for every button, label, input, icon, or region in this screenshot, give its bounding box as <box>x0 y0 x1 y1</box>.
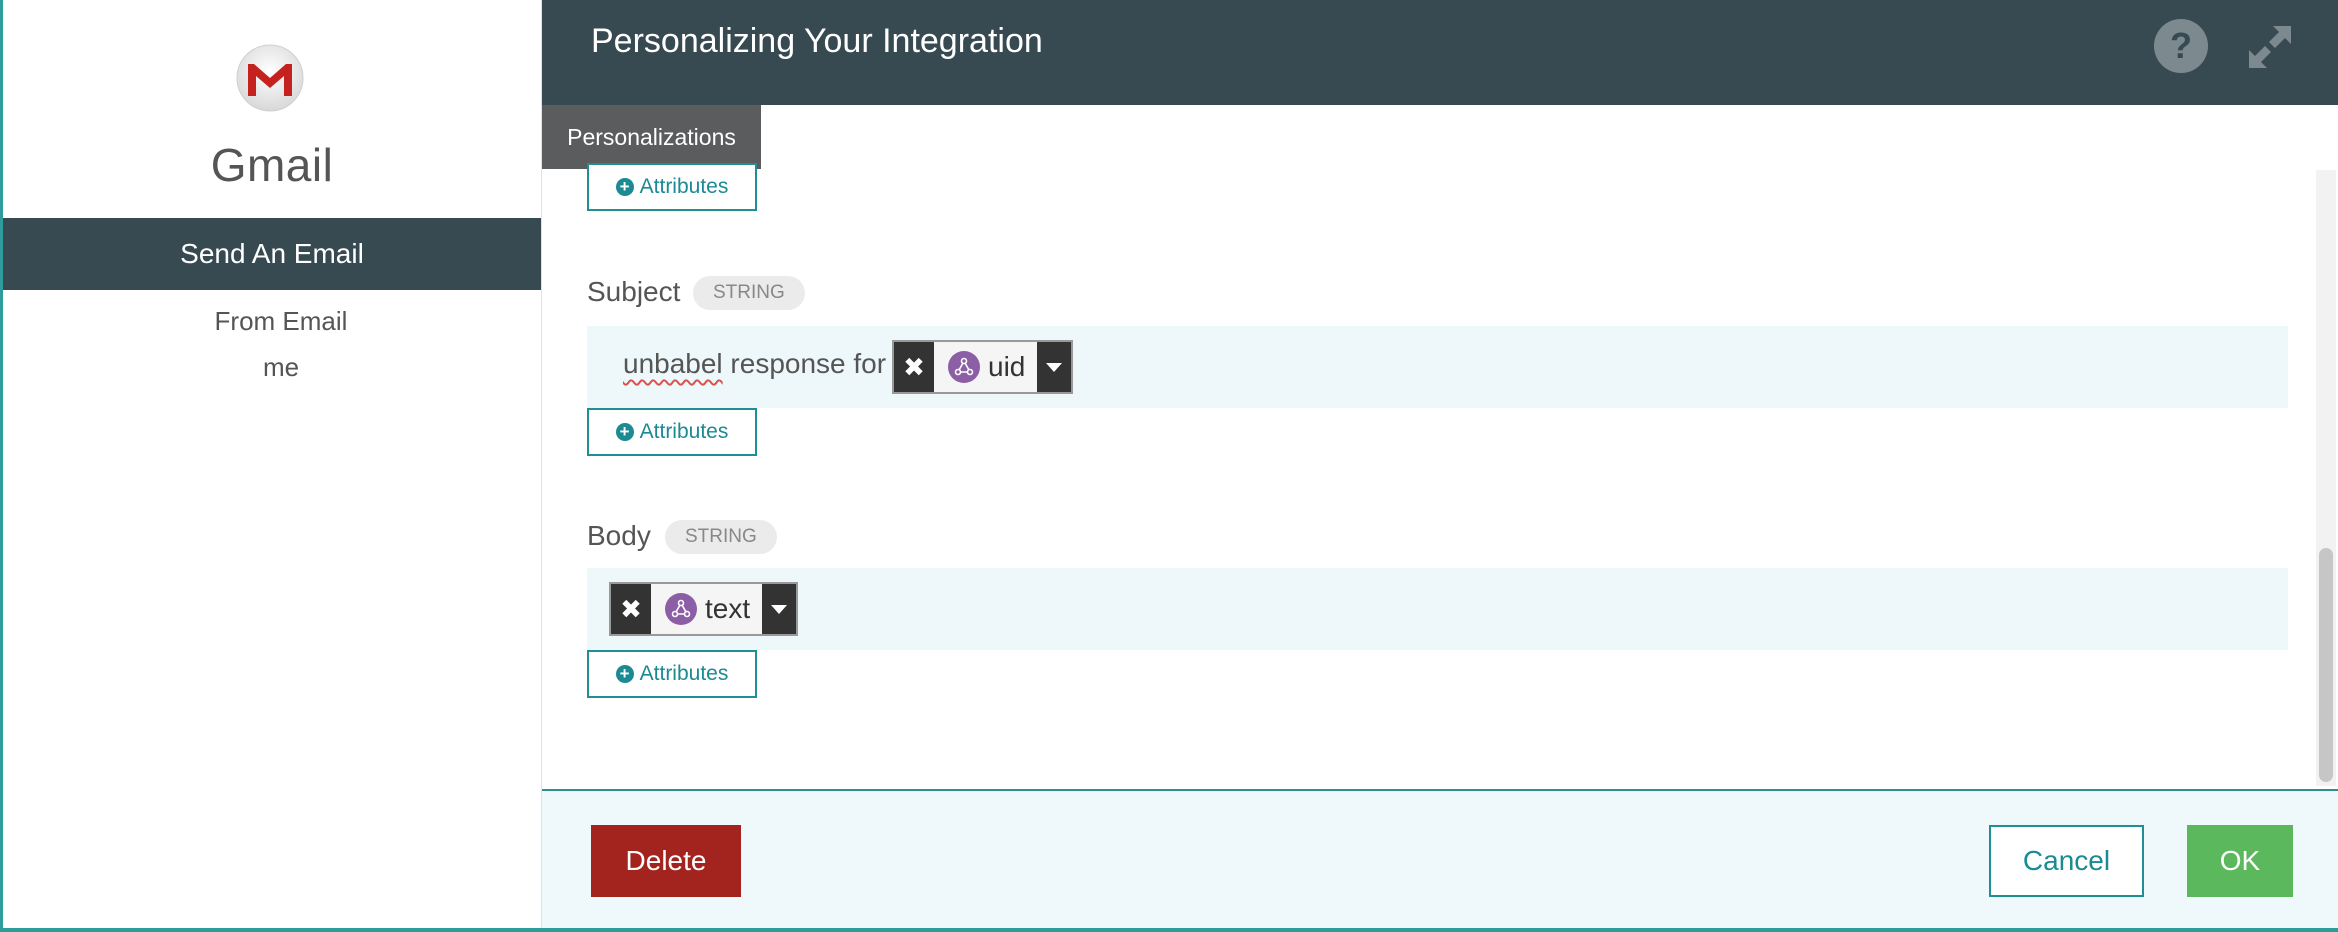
body-value-field[interactable]: ✖ text <box>587 568 2288 650</box>
field-token-icon <box>665 593 697 625</box>
sidebar-item-send-email[interactable]: Send An Email <box>3 218 541 290</box>
sidebar: Gmail Send An Email From Email me <box>3 0 541 928</box>
remove-token-icon[interactable]: ✖ <box>894 342 934 392</box>
expand-icon[interactable] <box>2245 22 2295 72</box>
subject-value-field[interactable]: unbabel response for ✖ uid <box>587 326 2288 408</box>
token-label: text <box>705 593 751 624</box>
gmail-logo-icon <box>236 44 304 112</box>
cancel-button[interactable]: Cancel <box>1989 825 2144 897</box>
token-body: uid <box>934 342 1037 392</box>
attributes-label: Attributes <box>639 420 729 443</box>
token-body: text <box>651 584 762 634</box>
add-attributes-button[interactable]: + Attributes <box>587 163 757 211</box>
attributes-label: Attributes <box>639 662 729 685</box>
field-token-icon <box>948 351 980 383</box>
delete-button[interactable]: Delete <box>591 825 741 897</box>
add-attributes-button[interactable]: + Attributes <box>587 408 757 456</box>
scrollbar-thumb[interactable] <box>2319 548 2333 782</box>
subject-label: Subject <box>587 276 681 307</box>
plus-circle-icon: + <box>615 665 634 683</box>
body-label: Body <box>587 520 651 551</box>
header: Personalizing Your Integration ? <box>542 0 2338 105</box>
ok-button[interactable]: OK <box>2187 825 2293 897</box>
body-type-badge: STRING <box>665 520 777 554</box>
chevron-down-icon[interactable] <box>1037 342 1072 392</box>
plus-circle-icon: + <box>615 178 634 196</box>
app-name: Gmail <box>210 139 334 191</box>
body-text-token[interactable]: ✖ text <box>609 582 799 636</box>
chevron-down-icon[interactable] <box>762 584 797 634</box>
subject-static-text: unbabel response for <box>623 348 886 380</box>
svg-text:?: ? <box>2170 25 2192 66</box>
add-attributes-button[interactable]: + Attributes <box>587 650 757 698</box>
footer: Delete Cancel OK <box>542 789 2338 928</box>
scrollbar[interactable] <box>2316 170 2336 786</box>
from-email-value: me <box>262 352 300 382</box>
from-email-label: From Email <box>214 306 348 336</box>
token-label: uid <box>988 351 1026 382</box>
page-title: Personalizing Your Integration <box>591 22 1043 60</box>
plus-circle-icon: + <box>615 423 634 441</box>
subject-static-text-rest: response for <box>722 348 887 379</box>
subject-uid-token[interactable]: ✖ uid <box>892 340 1074 394</box>
misspelled-word: unbabel <box>623 348 723 379</box>
help-icon[interactable]: ? <box>2153 18 2209 74</box>
main-panel: Personalizing Your Integration ? Persona… <box>541 0 2338 928</box>
attributes-label: Attributes <box>639 175 729 198</box>
tab-personalizations[interactable]: Personalizations <box>542 105 761 169</box>
remove-token-icon[interactable]: ✖ <box>611 584 651 634</box>
subject-type-badge: STRING <box>693 276 805 310</box>
